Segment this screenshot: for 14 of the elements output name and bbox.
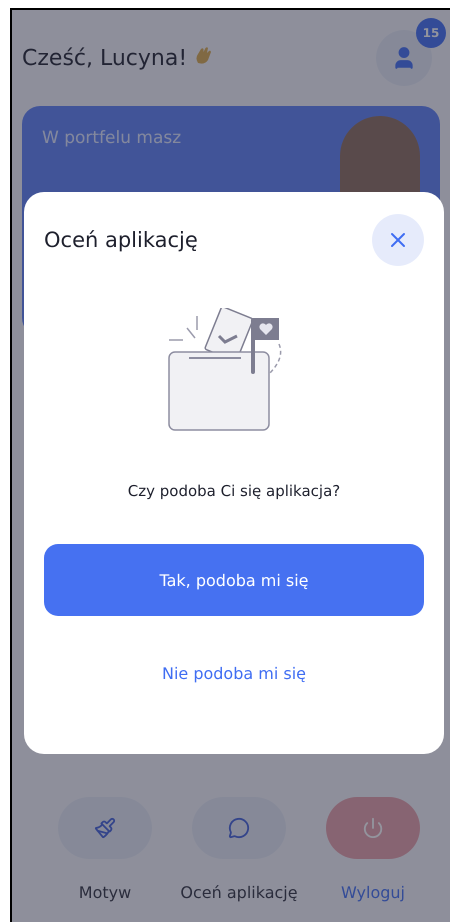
dialog-title: Oceń aplikację	[44, 228, 198, 252]
dislike-link[interactable]: Nie podoba mi się	[162, 664, 306, 683]
power-icon	[362, 817, 384, 839]
question-text: Czy podoba Ci się aplikacja?	[128, 482, 340, 500]
close-button[interactable]	[372, 214, 424, 266]
chat-bubble-icon	[228, 817, 250, 839]
notification-badge: 15	[416, 18, 446, 48]
like-button[interactable]: Tak, podoba mi się	[44, 544, 424, 616]
action-label: Oceń aplikację	[180, 883, 298, 902]
action-label: Motyw	[78, 883, 132, 902]
greeting-title: Cześć, Lucyna!	[22, 46, 188, 71]
brush-icon	[94, 817, 116, 839]
wallet-label: W portfelu masz	[42, 128, 182, 148]
action-label: Wyloguj	[341, 883, 405, 902]
